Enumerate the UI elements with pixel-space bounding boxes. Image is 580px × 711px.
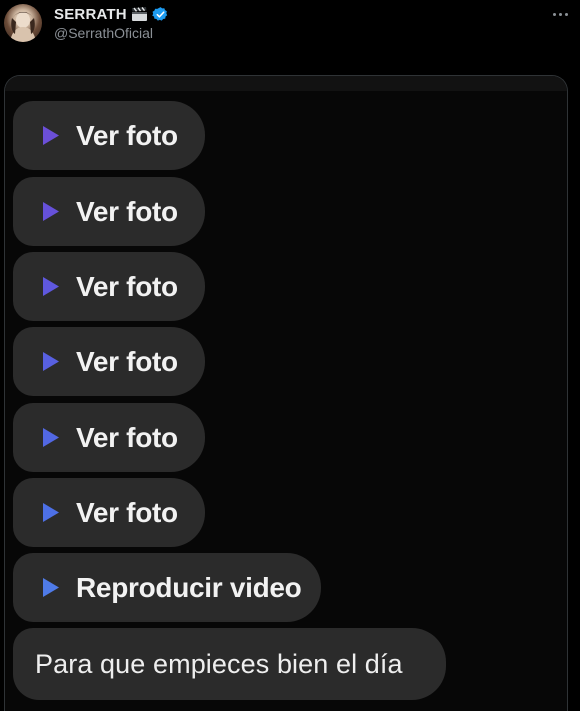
verified-badge-icon — [152, 6, 169, 23]
play-icon — [43, 578, 59, 597]
bubble-label: Ver foto — [76, 497, 178, 528]
photo-bubble[interactable]: Ver foto — [13, 252, 205, 321]
photo-bubble[interactable]: Ver foto — [13, 327, 205, 396]
handle[interactable]: @SerrathOficial — [54, 25, 153, 41]
more-options-dot — [558, 12, 562, 16]
display-name[interactable]: SERRATH — [54, 6, 127, 23]
tweet-header: SERRATH @SerrathOficial — [0, 0, 580, 60]
play-icon — [43, 352, 59, 371]
bubble-label: Ver foto — [76, 422, 178, 453]
video-bubble[interactable]: Reproducir video — [13, 553, 321, 622]
photo-bubble[interactable]: Ver foto — [13, 403, 205, 472]
tweet-media-image[interactable]: Ver foto Ver foto Ver foto Ver foto Ver … — [4, 75, 568, 711]
play-icon — [43, 503, 59, 522]
photo-bubble[interactable]: Ver foto — [13, 478, 205, 547]
text-message-bubble[interactable]: Para que empieces bien el día — [13, 628, 446, 700]
clapper-board-icon — [131, 6, 148, 22]
play-icon — [43, 126, 59, 145]
message-text: Para que empieces bien el día — [35, 648, 403, 679]
bubble-label: Ver foto — [76, 196, 178, 227]
photo-bubble[interactable]: Ver foto — [13, 177, 205, 246]
bubble-label: Ver foto — [76, 346, 178, 377]
screenshot-top-bar — [5, 76, 567, 91]
play-icon — [43, 277, 59, 296]
bubble-label: Ver foto — [76, 120, 178, 151]
play-icon — [43, 428, 59, 447]
bubble-label: Ver foto — [76, 271, 178, 302]
photo-bubble[interactable]: Ver foto — [13, 101, 205, 170]
play-icon — [43, 202, 59, 221]
more-options-icon — [552, 12, 556, 16]
bubble-label: Reproducir video — [76, 572, 302, 603]
more-options-dot — [564, 12, 568, 16]
avatar[interactable] — [4, 4, 42, 42]
more-options-button[interactable] — [548, 6, 572, 22]
display-name-row: SERRATH — [54, 5, 169, 23]
